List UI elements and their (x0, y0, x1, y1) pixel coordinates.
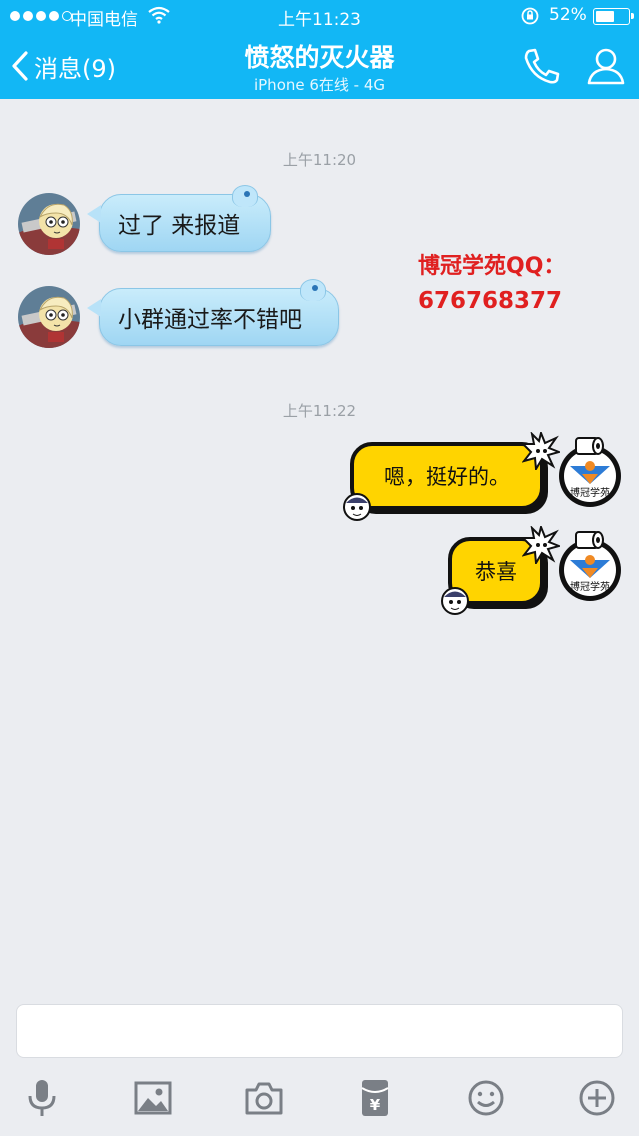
message-text: 小群通过率不错吧 (118, 307, 302, 333)
profile-icon[interactable] (585, 46, 627, 86)
message-text: 过了 来报道 (118, 213, 241, 239)
watermark-line1: 博冠学苑QQ： (418, 254, 566, 279)
camera-icon[interactable] (242, 1076, 286, 1120)
message-text: 恭喜 (475, 560, 517, 584)
microphone-icon[interactable] (20, 1076, 64, 1120)
status-bar: 中国电信 上午11:23 52% (0, 0, 639, 32)
contact-avatar[interactable] (18, 193, 80, 255)
message-input[interactable] (16, 1004, 623, 1058)
outgoing-message-bubble[interactable]: 嗯，挺好的。 (350, 442, 544, 510)
message-timestamp: 上午11:20 (282, 151, 357, 169)
red-packet-icon[interactable]: ¥ (353, 1076, 397, 1120)
cartoon-girl-avatar-icon (18, 286, 80, 348)
orientation-lock-icon (521, 7, 539, 25)
sticker-face-icon (441, 587, 469, 615)
avatar-logo-text: 博冠学苑 (570, 580, 610, 593)
incoming-message-bubble[interactable]: 小群通过率不错吧 (87, 279, 339, 346)
battery-percent: 52% (549, 5, 587, 25)
battery-icon (593, 8, 634, 25)
message-timestamp: 上午11:22 (282, 402, 357, 420)
plus-icon[interactable] (575, 1076, 619, 1120)
speech-burst-icon (522, 526, 560, 564)
cartoon-girl-avatar-icon (18, 193, 80, 255)
tissue-roll-icon (575, 531, 604, 549)
input-toolbar: ¥ (0, 1068, 639, 1128)
status-time: 上午11:23 (278, 10, 361, 30)
watermark-line2: 676768377 (418, 288, 563, 314)
top-header: 中国电信 上午11:23 52% 消息(9) 愤怒的灭火器 iPhone 6在线… (0, 0, 639, 99)
tissue-roll-icon (575, 437, 604, 455)
phone-icon[interactable] (520, 46, 562, 86)
contact-avatar[interactable] (18, 286, 80, 348)
svg-text:¥: ¥ (370, 1096, 381, 1114)
message-text: 嗯，挺好的。 (384, 465, 510, 489)
sticker-face-icon (343, 493, 371, 521)
emoji-icon[interactable] (464, 1076, 508, 1120)
image-icon[interactable] (131, 1076, 175, 1120)
incoming-message-bubble[interactable]: 过了 来报道 (87, 185, 271, 252)
avatar-logo-text: 博冠学苑 (570, 486, 610, 499)
speech-burst-icon (522, 432, 560, 470)
